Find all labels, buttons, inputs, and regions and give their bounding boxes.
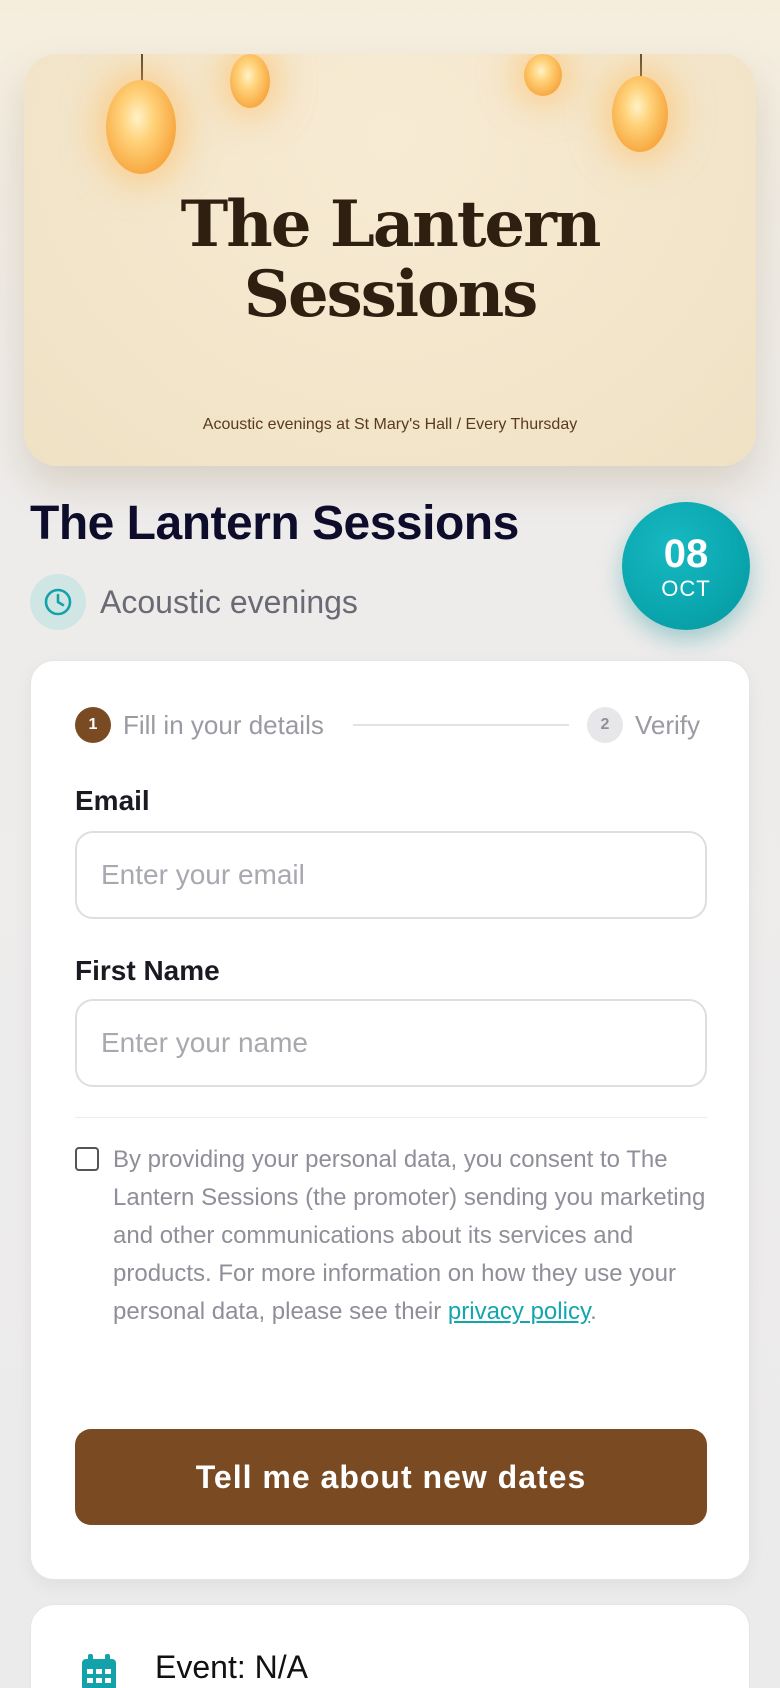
privacy-policy-link[interactable]: privacy policy — [448, 1298, 590, 1325]
date-badge: 08 OCT — [622, 502, 750, 630]
consent-text: By providing your personal data, you con… — [113, 1141, 713, 1331]
hero-tagline: Acoustic evenings at St Mary's Hall / Ev… — [202, 416, 578, 433]
lantern-decoration — [612, 76, 668, 152]
clock-icon — [30, 574, 86, 630]
consent-checkbox[interactable] — [75, 1147, 99, 1171]
consent-end: . — [590, 1298, 597, 1325]
event-info-text: Event: N/A — [155, 1649, 308, 1685]
signup-form-card: 1 Fill in your details 2 Verify Email Fi… — [30, 660, 750, 1580]
date-month: OCT — [661, 576, 711, 601]
event-subtitle-row: Acoustic evenings — [30, 574, 358, 630]
email-label: Email — [75, 785, 150, 816]
lantern-wire — [640, 54, 642, 78]
hero-banner: The Lantern Sessions Acoustic evenings a… — [24, 54, 756, 466]
first-name-field[interactable] — [75, 999, 707, 1087]
step-1-label: Fill in your details — [123, 710, 324, 740]
step-1-indicator: 1 — [75, 707, 111, 743]
consent-body: By providing your personal data, you con… — [113, 1146, 706, 1325]
lantern-decoration — [106, 80, 176, 174]
event-subtitle: Acoustic evenings — [100, 583, 358, 620]
step-2-indicator: 2 — [587, 707, 623, 743]
step-2-label: Verify — [635, 710, 701, 740]
lantern-decoration — [230, 54, 270, 108]
event-summary-card: Event: N/A — [30, 1604, 750, 1688]
hero-title-line-1: The Lantern — [180, 187, 602, 262]
hero-title: The Lantern Sessions — [24, 190, 756, 330]
stepper: 1 Fill in your details 2 Verify — [75, 707, 707, 743]
divider — [75, 1117, 707, 1118]
submit-button[interactable]: Tell me about new dates — [75, 1429, 707, 1525]
date-day: 08 — [663, 532, 709, 576]
email-field[interactable] — [75, 831, 707, 919]
lantern-decoration — [524, 54, 562, 96]
first-name-label: First Name — [75, 955, 220, 986]
stepper-connector — [353, 724, 569, 726]
hero-title-line-2: Sessions — [243, 257, 539, 332]
calendar-icon — [79, 1653, 119, 1688]
page-title: The Lantern Sessions — [30, 497, 519, 550]
